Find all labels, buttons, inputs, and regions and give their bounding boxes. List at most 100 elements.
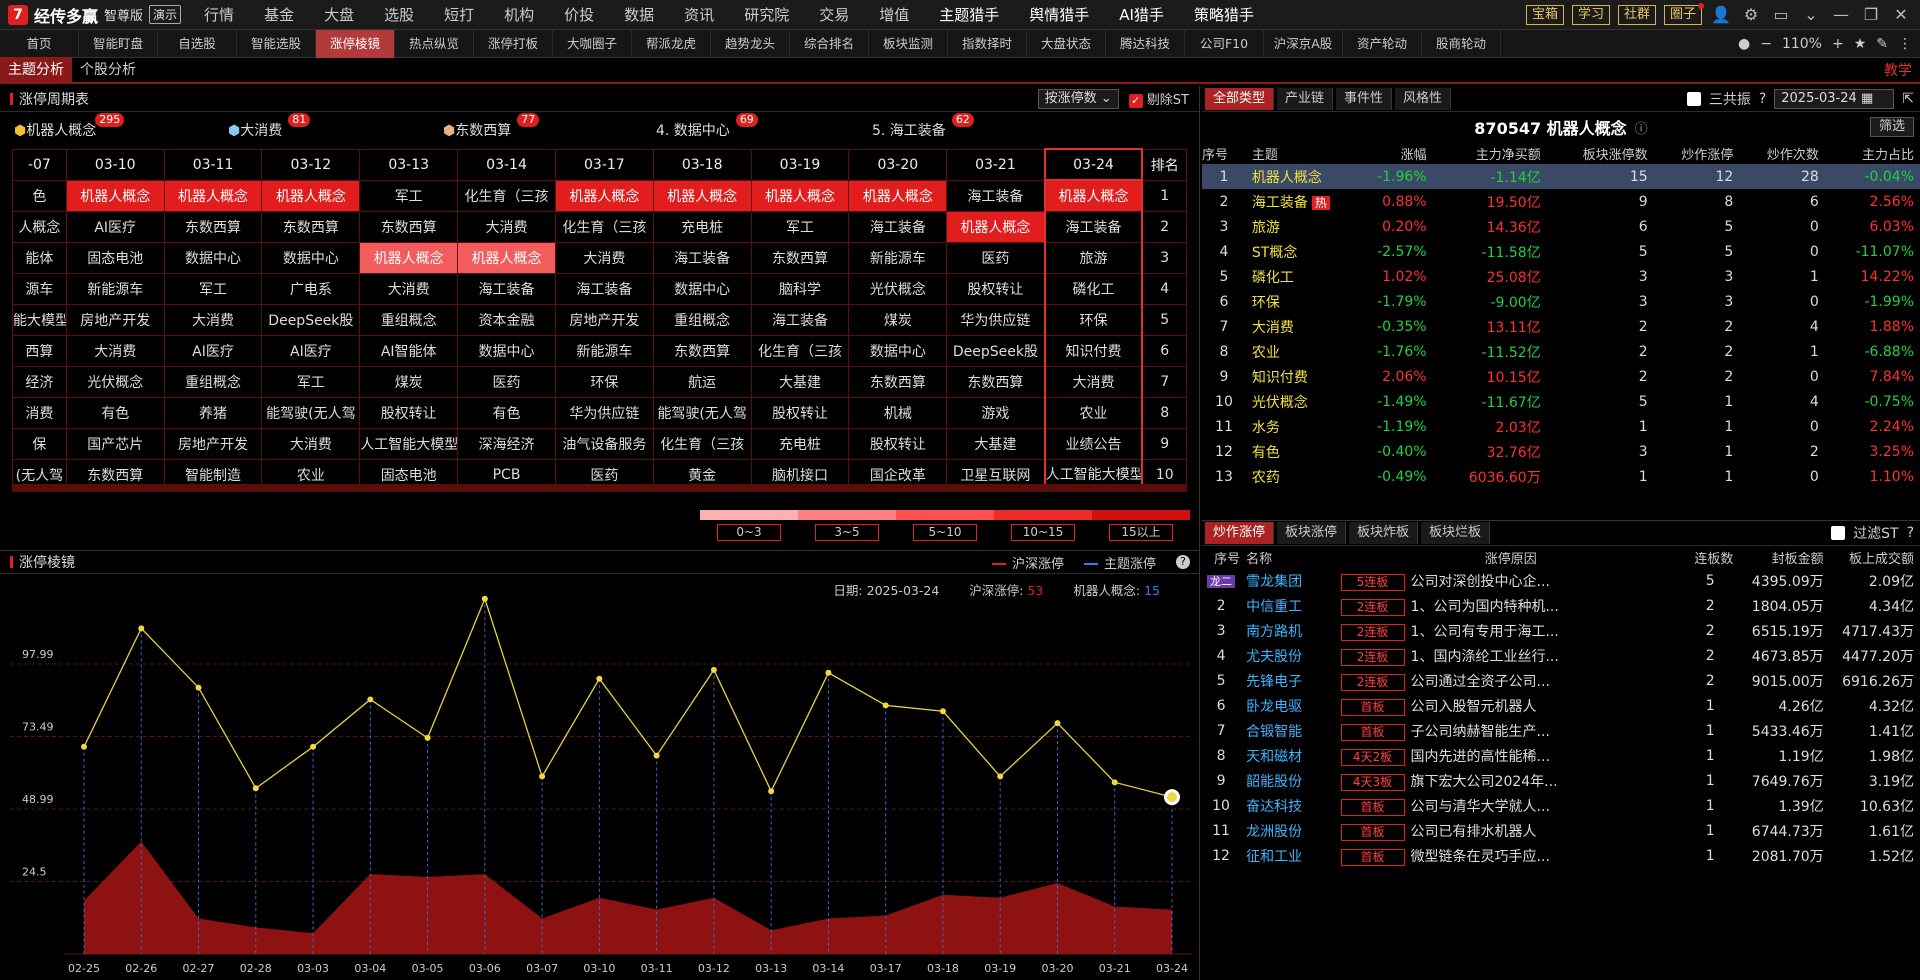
stock-name[interactable]: 天和磁材: [1246, 743, 1340, 768]
theme-row[interactable]: 11 水务 -1.19% 2.03亿 1 1 0 2.24%: [1202, 414, 1920, 439]
stock-name[interactable]: 先锋电子: [1246, 668, 1340, 693]
top-menu-item[interactable]: 选股: [369, 4, 429, 25]
date-header[interactable]: 03-19: [750, 148, 850, 181]
chevron-down-icon[interactable]: ⌄: [1800, 5, 1822, 24]
sort-select[interactable]: 按涨停数 ⌄: [1037, 88, 1119, 109]
tab-item[interactable]: 资产轮动: [1343, 29, 1422, 58]
info-icon[interactable]: ⓘ: [1635, 118, 1648, 137]
grid-cell[interactable]: 东数西算: [163, 210, 263, 243]
date-header[interactable]: 03-14: [457, 148, 556, 181]
grid-cell[interactable]: 机器人概念: [163, 179, 263, 212]
grid-cell[interactable]: 消费: [12, 396, 67, 429]
gear-icon[interactable]: ⚙: [1740, 5, 1762, 24]
tab-hype-limit[interactable]: 炒作涨停: [1205, 522, 1275, 544]
grid-cell[interactable]: 房地产开发: [163, 427, 263, 460]
grid-cell[interactable]: 机器人概念: [457, 241, 556, 274]
grid-cell[interactable]: 环保: [554, 365, 654, 398]
grid-cell[interactable]: 能体: [12, 241, 67, 274]
grid-cell[interactable]: 机器人概念: [261, 179, 361, 212]
grid-cell[interactable]: 能驾驶(无人驾: [261, 396, 361, 429]
grid-cell[interactable]: 人概念: [12, 210, 67, 243]
more-icon[interactable]: ⋮: [1898, 36, 1912, 52]
grid-cell[interactable]: AI医疗: [261, 334, 361, 367]
tab-item[interactable]: 智能盯盘: [79, 29, 158, 58]
grid-cell[interactable]: 煤炭: [359, 365, 459, 398]
theme-row[interactable]: 10 光伏概念 -1.49% -11.67亿 5 1 4 -0.75%: [1202, 389, 1920, 414]
theme-row[interactable]: 7 大消费 -0.35% 13.11亿 2 2 4 1.88%: [1202, 314, 1920, 339]
grid-cell[interactable]: 新能源车: [848, 241, 948, 274]
grid-cell[interactable]: 军工: [261, 365, 361, 398]
grid-cell[interactable]: 航运: [652, 365, 752, 398]
date-header[interactable]: 03-24: [1043, 148, 1144, 181]
filter-st-checkbox[interactable]: [1831, 526, 1846, 540]
top-menu-item[interactable]: AI猎手: [1104, 4, 1179, 25]
tab-item[interactable]: 腾达科技: [1106, 29, 1185, 58]
top-menu-item[interactable]: 舆情猎手: [1014, 4, 1104, 25]
date-header[interactable]: 03-13: [359, 148, 459, 181]
grid-cell[interactable]: 游戏: [946, 396, 1046, 429]
tab-item[interactable]: 帮派龙虎: [632, 29, 711, 58]
theme-table-header[interactable]: 炒作次数: [1739, 142, 1825, 164]
grid-cell[interactable]: 股权转让: [359, 396, 459, 429]
theme-table-header[interactable]: 主力净买额: [1433, 142, 1547, 164]
grid-cell[interactable]: 西算: [12, 334, 67, 367]
star-icon[interactable]: ★: [1854, 36, 1867, 52]
grid-cell[interactable]: 大消费: [65, 334, 165, 367]
tab-industry-chain[interactable]: 产业链: [1277, 87, 1334, 110]
grid-cell[interactable]: 化生育（三孩: [652, 427, 752, 460]
grid-cell[interactable]: 资本金融: [457, 303, 556, 336]
top-menu-item[interactable]: 资讯: [669, 4, 729, 25]
top-menu-item[interactable]: 研究院: [729, 4, 804, 25]
date-header[interactable]: -07: [12, 148, 67, 181]
grid-cell[interactable]: 机器人概念: [652, 179, 752, 212]
tab-stock-analysis[interactable]: 个股分析: [72, 57, 144, 83]
grid-cell[interactable]: 医药: [457, 365, 556, 398]
learn-button[interactable]: 学习: [1571, 4, 1610, 25]
teach-link[interactable]: 教学: [1884, 60, 1920, 80]
treasure-button[interactable]: 宝箱: [1525, 4, 1564, 25]
theme-row[interactable]: 9 知识付费 2.06% 10.15亿 2 2 0 7.84%: [1202, 364, 1920, 389]
grid-cell[interactable]: 大消费: [457, 210, 556, 243]
limit-row[interactable]: 8 天和磁材 4天2板 国内先进的高性能稀... 1 1.19亿 1.98亿: [1202, 743, 1920, 768]
grid-cell[interactable]: 海工装备: [946, 179, 1046, 212]
theme-row[interactable]: 2 海工装备热 0.88% 19.50亿 9 8 6 2.56%: [1202, 189, 1920, 214]
limit-row[interactable]: 2 中信重工 2连板 1、公司为国内特种机... 2 1804.05万 4.34亿: [1202, 593, 1920, 618]
theme-table-header[interactable]: 主力占比: [1825, 142, 1920, 164]
grid-cell[interactable]: 煤炭: [848, 303, 948, 336]
grid-cell[interactable]: 人工智能大模型: [359, 427, 459, 460]
top-menu-item[interactable]: 机构: [489, 4, 549, 25]
grid-cell[interactable]: 旅游: [1043, 241, 1144, 274]
grid-cell[interactable]: 固态电池: [65, 241, 165, 274]
top-menu-item[interactable]: 增值: [864, 4, 924, 25]
grid-cell[interactable]: 海工装备: [1043, 210, 1144, 243]
grid-cell[interactable]: 军工: [359, 179, 459, 212]
theme-table-header[interactable]: 涨幅: [1359, 142, 1433, 164]
theme-table-header[interactable]: 板块涨停数: [1547, 142, 1654, 164]
sanzhen-checkbox[interactable]: [1686, 91, 1701, 106]
grid-cell[interactable]: 重组概念: [163, 365, 263, 398]
grid-cell[interactable]: 东数西算: [652, 334, 752, 367]
grid-cell[interactable]: 业绩公告: [1043, 427, 1144, 460]
limit-row[interactable]: 6 卧龙电驱 首板 公司入股智元机器人 1 4.26亿 4.32亿: [1202, 693, 1920, 718]
limit-row[interactable]: 9 韶能股份 4天3板 旗下宏大公司2024年... 1 7649.76万 3.19亿: [1202, 768, 1920, 793]
grid-cell[interactable]: 大消费: [261, 427, 361, 460]
grid-cell[interactable]: 保: [12, 427, 67, 460]
tab-item[interactable]: 热点纵览: [395, 29, 474, 58]
stock-name[interactable]: 合锻智能: [1246, 718, 1340, 743]
zoom-in-icon[interactable]: +: [1832, 36, 1844, 52]
grid-cell[interactable]: 数据中心: [163, 241, 263, 274]
stock-name[interactable]: 龙洲股份: [1246, 818, 1340, 843]
help-icon[interactable]: ?: [1759, 91, 1766, 107]
tab-item[interactable]: 公司F10: [1185, 29, 1264, 58]
grid-cell[interactable]: 光伏概念: [65, 365, 165, 398]
top-menu-item[interactable]: 策略猎手: [1179, 4, 1269, 25]
date-header[interactable]: 03-17: [554, 148, 654, 181]
limit-row[interactable]: 龙二 雪龙集团 5连板 公司对深创投中心企... 5 4395.09万 2.09亿: [1202, 568, 1920, 593]
prism-chart[interactable]: 24.5 48.99 73.49 97.99 02-25 02-26 02-27 02-28 0…: [0, 574, 1200, 980]
limit-row[interactable]: 3 南方路机 2连板 1、公司有专用于海工... 2 6515.19万 4717.43万: [1202, 618, 1920, 643]
grid-cell[interactable]: 化生育（三孩: [554, 210, 654, 243]
zoom-out-icon[interactable]: −: [1760, 36, 1772, 52]
grid-cell[interactable]: 化生育（三孩: [457, 179, 556, 212]
limit-row[interactable]: 11 龙洲股份 首板 公司已有排水机器人 1 6744.73万 1.61亿: [1202, 818, 1920, 843]
grid-cell[interactable]: 国产芯片: [65, 427, 165, 460]
